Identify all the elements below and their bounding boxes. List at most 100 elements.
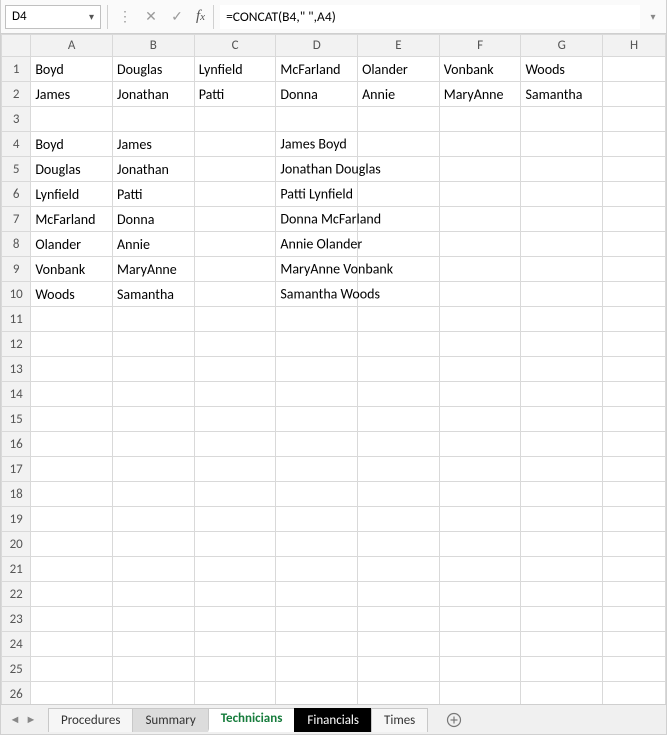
cell[interactable]: Samantha	[113, 282, 195, 307]
cell[interactable]	[358, 582, 440, 607]
cell[interactable]: Boyd	[31, 57, 113, 82]
cell[interactable]	[603, 657, 666, 682]
cell[interactable]	[31, 432, 113, 457]
cell[interactable]: Lynfield	[194, 57, 276, 82]
col-header[interactable]: E	[358, 35, 440, 57]
formula-input[interactable]: =CONCAT(B4," ",A4)	[220, 5, 640, 29]
cell[interactable]: McFarland	[276, 57, 358, 82]
cell[interactable]	[276, 607, 358, 632]
cell[interactable]	[358, 182, 440, 207]
cell[interactable]	[521, 682, 603, 705]
cell[interactable]	[276, 382, 358, 407]
cell[interactable]	[439, 657, 521, 682]
cell[interactable]	[439, 532, 521, 557]
cell[interactable]	[113, 657, 195, 682]
cell[interactable]: MaryAnne	[113, 257, 195, 282]
cell[interactable]	[603, 457, 666, 482]
cell[interactable]	[276, 307, 358, 332]
cell[interactable]	[358, 507, 440, 532]
cell[interactable]	[194, 682, 276, 705]
cell[interactable]	[358, 457, 440, 482]
cell[interactable]	[31, 532, 113, 557]
cell[interactable]: MaryAnne	[439, 82, 521, 107]
cell[interactable]	[439, 182, 521, 207]
cell[interactable]	[358, 432, 440, 457]
row-header[interactable]: 3	[2, 107, 31, 132]
cell[interactable]: MaryAnne Vonbank	[276, 257, 358, 282]
cell[interactable]	[521, 107, 603, 132]
cell[interactable]	[439, 407, 521, 432]
cell[interactable]	[31, 607, 113, 632]
cell[interactable]	[439, 682, 521, 705]
cell[interactable]	[113, 582, 195, 607]
cell[interactable]	[439, 257, 521, 282]
cell[interactable]: Samantha Woods	[276, 282, 358, 307]
cell[interactable]	[276, 507, 358, 532]
cell[interactable]	[194, 657, 276, 682]
cell[interactable]	[31, 657, 113, 682]
cell[interactable]	[194, 582, 276, 607]
fx-icon[interactable]: fx	[196, 8, 205, 25]
cell[interactable]	[521, 457, 603, 482]
cell[interactable]	[113, 332, 195, 357]
row-header[interactable]: 18	[2, 482, 31, 507]
cell[interactable]	[521, 182, 603, 207]
cell[interactable]	[31, 407, 113, 432]
cell[interactable]	[194, 132, 276, 157]
cancel-icon[interactable]: ✕	[140, 6, 162, 28]
col-header[interactable]: A	[31, 35, 113, 57]
cell[interactable]	[603, 307, 666, 332]
cell[interactable]	[194, 182, 276, 207]
cell[interactable]	[521, 282, 603, 307]
cell[interactable]	[521, 482, 603, 507]
cell[interactable]: Vonbank	[439, 57, 521, 82]
cell[interactable]	[31, 632, 113, 657]
cell[interactable]	[276, 657, 358, 682]
cell[interactable]	[113, 432, 195, 457]
cell[interactable]	[358, 682, 440, 705]
cell[interactable]	[439, 632, 521, 657]
cell[interactable]	[521, 132, 603, 157]
cell[interactable]	[194, 232, 276, 257]
cell[interactable]	[603, 157, 666, 182]
cell[interactable]	[31, 507, 113, 532]
spreadsheet-grid[interactable]: A B C D E F G H 1BoydDouglasLynfieldMcFa…	[1, 34, 666, 704]
cell[interactable]	[439, 482, 521, 507]
cell[interactable]	[113, 107, 195, 132]
cell[interactable]	[521, 157, 603, 182]
chevron-down-icon[interactable]: ▾	[89, 10, 94, 23]
row-header[interactable]: 19	[2, 507, 31, 532]
cell[interactable]	[439, 232, 521, 257]
cell[interactable]	[603, 282, 666, 307]
cell[interactable]	[31, 457, 113, 482]
cell[interactable]	[276, 407, 358, 432]
cell[interactable]: Douglas	[113, 57, 195, 82]
cell[interactable]	[603, 382, 666, 407]
cell[interactable]	[194, 532, 276, 557]
row-header[interactable]: 26	[2, 682, 31, 705]
new-sheet-button[interactable]	[440, 708, 468, 732]
cell[interactable]	[603, 82, 666, 107]
cell[interactable]	[276, 682, 358, 705]
cell[interactable]	[113, 382, 195, 407]
cell[interactable]	[113, 407, 195, 432]
cell[interactable]	[358, 532, 440, 557]
cell[interactable]	[521, 332, 603, 357]
name-box[interactable]: D4 ▾	[5, 5, 101, 29]
cell[interactable]	[439, 157, 521, 182]
cell[interactable]	[439, 207, 521, 232]
cell[interactable]	[521, 607, 603, 632]
cell[interactable]	[358, 382, 440, 407]
cell[interactable]	[194, 257, 276, 282]
cell[interactable]: Annie Olander	[276, 232, 358, 257]
row-header[interactable]: 12	[2, 332, 31, 357]
tab-financials[interactable]: Financials	[294, 708, 372, 732]
row-header[interactable]: 4	[2, 132, 31, 157]
cell[interactable]: Patti	[113, 182, 195, 207]
cell[interactable]	[358, 482, 440, 507]
cell[interactable]	[194, 482, 276, 507]
cell[interactable]	[31, 107, 113, 132]
cell[interactable]	[113, 307, 195, 332]
col-header[interactable]: G	[521, 35, 603, 57]
cell[interactable]	[439, 557, 521, 582]
